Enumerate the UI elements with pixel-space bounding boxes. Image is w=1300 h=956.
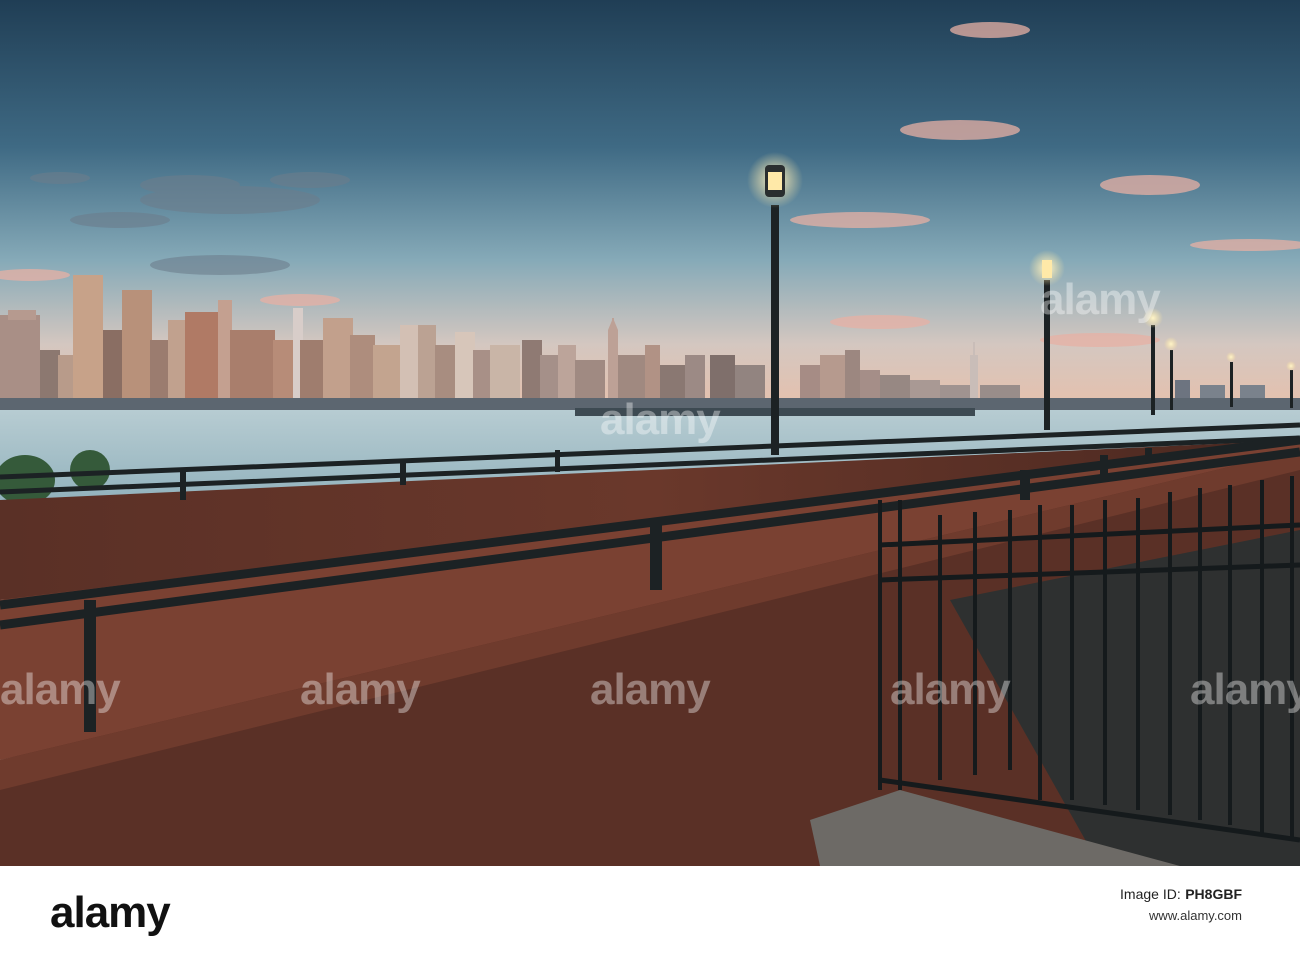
watermark: alamy bbox=[1190, 665, 1300, 714]
watermark: alamy bbox=[1040, 275, 1161, 324]
watermark: alamy bbox=[600, 395, 721, 444]
image-id-label: Image ID: bbox=[1120, 886, 1181, 902]
alamy-logo[interactable]: alamy bbox=[50, 888, 171, 938]
watermark: alamy bbox=[890, 665, 1011, 714]
watermark: alamy bbox=[300, 665, 421, 714]
footer-bar: alamy Image ID: PH8GBF www.alamy.com bbox=[0, 866, 1300, 956]
site-url[interactable]: www.alamy.com bbox=[1120, 908, 1242, 923]
image-id-block: Image ID: PH8GBF www.alamy.com bbox=[1120, 886, 1242, 923]
image-id-code: PH8GBF bbox=[1185, 886, 1242, 902]
watermark: alamy bbox=[0, 665, 121, 714]
photo: alamy alamy alamy alamy alamy alamy alam… bbox=[0, 0, 1300, 866]
watermark: alamy bbox=[590, 665, 711, 714]
